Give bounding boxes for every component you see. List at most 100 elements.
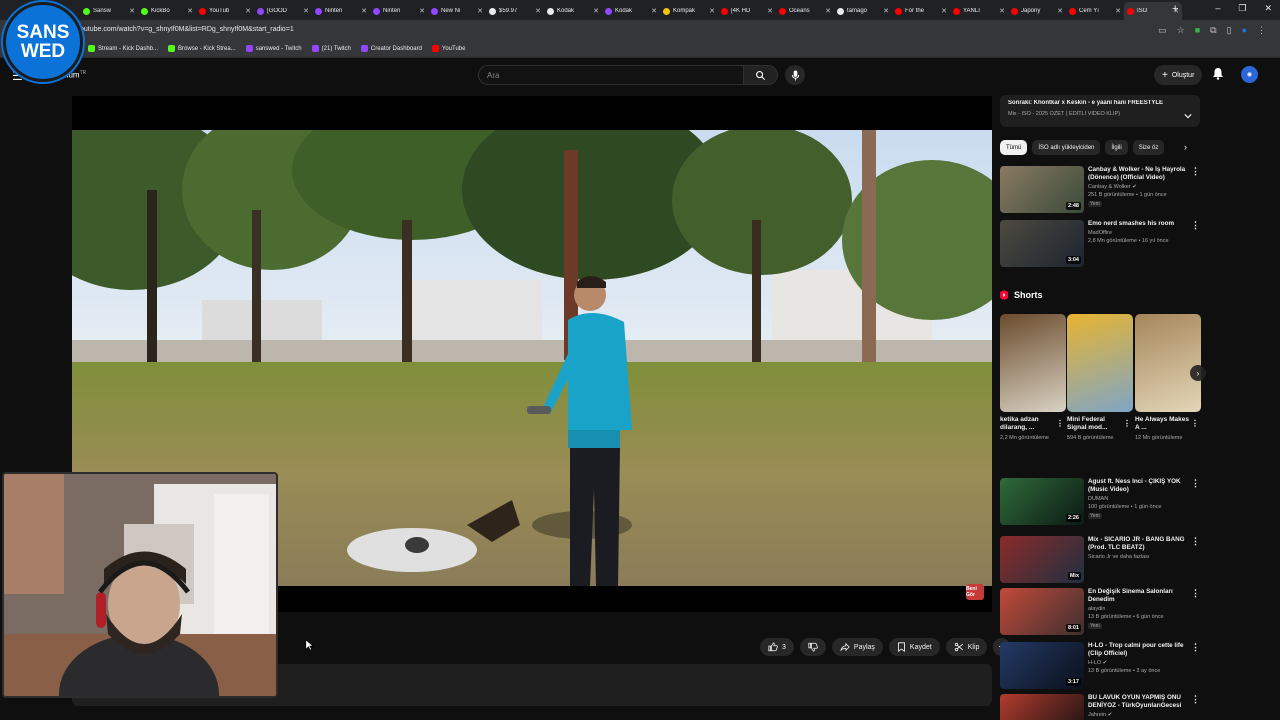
- browser-tab[interactable]: For the ✕: [892, 2, 950, 20]
- more-options-icon[interactable]: ⋮: [1191, 642, 1200, 653]
- video-thumbnail[interactable]: 2:48: [1000, 166, 1084, 213]
- browser-tab[interactable]: Kompak ✕: [660, 2, 718, 20]
- bookmark-star-icon[interactable]: ☆: [1177, 25, 1185, 36]
- tab-close-icon[interactable]: ✕: [883, 7, 889, 15]
- tab-close-icon[interactable]: ✕: [999, 7, 1005, 15]
- minimize-button[interactable]: –: [1215, 3, 1220, 14]
- channel-name[interactable]: alaydin: [1088, 606, 1105, 612]
- voice-search-button[interactable]: [785, 65, 805, 85]
- bookmark-item[interactable]: sanswed - Twitch: [245, 45, 302, 52]
- more-options-icon[interactable]: ⋮: [1191, 694, 1200, 705]
- extensions-puzzle-icon[interactable]: ⧉: [1210, 25, 1216, 36]
- tab-close-icon[interactable]: ✕: [477, 7, 483, 15]
- recommended-video[interactable]: 2:26 Agust ft. Ness Inci - ÇIKIŞ YOK (Mus…: [1000, 478, 1200, 526]
- browser-tab[interactable]: tamago ✕: [834, 2, 892, 20]
- url-field[interactable]: outube.com/watch?v=g_shnyIf0M&list=RDg_s…: [80, 26, 294, 33]
- recommended-video[interactable]: BU LAVUK OYUN YAPMIŞ ONU DENİYOZ - TürkO…: [1000, 694, 1200, 720]
- browser-tab[interactable]: $59.97 ✕: [486, 2, 544, 20]
- video-title[interactable]: BU LAVUK OYUN YAPMIŞ ONU DENİYOZ - TürkO…: [1088, 694, 1192, 710]
- save-button[interactable]: Kaydet: [888, 638, 940, 656]
- video-title[interactable]: Agust ft. Ness Inci - ÇIKIŞ YOK (Music V…: [1088, 478, 1192, 494]
- recommended-video[interactable]: Mix Mix - SICARIO JR - BANG BANG (Prod. T…: [1000, 536, 1200, 584]
- recommended-video[interactable]: 8:01 En Değişik Sinema Salonları Denedim a…: [1000, 588, 1200, 636]
- cast-icon[interactable]: ▭: [1158, 25, 1167, 36]
- short-title[interactable]: Mini Federal Signal mod...: [1067, 416, 1122, 432]
- browser-tab[interactable]: Sansw ✕: [80, 2, 138, 20]
- short-thumbnail[interactable]: [1135, 314, 1201, 412]
- tab-close-icon[interactable]: ✕: [187, 7, 193, 15]
- video-thumbnail[interactable]: 3:17: [1000, 642, 1084, 689]
- dislike-button[interactable]: [799, 638, 826, 656]
- video-thumbnail[interactable]: [1000, 694, 1084, 720]
- short-title[interactable]: He Always Makes A ...: [1135, 416, 1190, 432]
- tab-close-icon[interactable]: ✕: [419, 7, 425, 15]
- chevron-down-icon[interactable]: [1184, 106, 1192, 124]
- channel-name[interactable]: DUMAN: [1088, 496, 1108, 502]
- more-options-icon[interactable]: ⋮: [1191, 419, 1199, 428]
- video-title[interactable]: Canbay & Wolker - Ne İş Hayrola (Dönence…: [1088, 166, 1192, 182]
- tab-close-icon[interactable]: ✕: [941, 7, 947, 15]
- shorts-next-arrow-icon[interactable]: ›: [1190, 365, 1206, 381]
- browser-tab[interactable]: YouTub ✕: [196, 2, 254, 20]
- tab-close-icon[interactable]: ✕: [1057, 7, 1063, 15]
- browser-menu-icon[interactable]: ⋮: [1257, 25, 1266, 36]
- create-button[interactable]: + Oluştur: [1154, 65, 1203, 85]
- tab-close-icon[interactable]: ✕: [651, 7, 657, 15]
- short-thumbnail[interactable]: [1067, 314, 1133, 412]
- browser-tab[interactable]: Ninten ✕: [370, 2, 428, 20]
- video-thumbnail[interactable]: Mix: [1000, 536, 1084, 583]
- bookmark-item[interactable]: (21) Twitch: [311, 45, 351, 52]
- channel-name[interactable]: Canbay & Wolker ✔: [1088, 184, 1137, 190]
- browser-tab[interactable]: [GOOD ✕: [254, 2, 312, 20]
- more-options-icon[interactable]: ⋮: [1191, 588, 1200, 599]
- tab-close-icon[interactable]: ✕: [361, 7, 367, 15]
- chevron-right-icon[interactable]: ›: [1184, 142, 1187, 152]
- like-button[interactable]: 3: [760, 638, 794, 656]
- channel-name[interactable]: Sicario Jr ve daha fazlası: [1088, 554, 1149, 560]
- filter-chip[interactable]: Tümü: [1000, 140, 1028, 155]
- browser-tab[interactable]: YANLI ✕: [950, 2, 1008, 20]
- tab-close-icon[interactable]: ✕: [245, 7, 251, 15]
- browser-tab[interactable]: [4K HD ✕: [718, 2, 776, 20]
- tab-close-icon[interactable]: ✕: [303, 7, 309, 15]
- browser-tab[interactable]: New Ni ✕: [428, 2, 486, 20]
- filter-chip[interactable]: İlgili: [1105, 140, 1128, 155]
- tab-close-icon[interactable]: ✕: [129, 7, 135, 15]
- video-thumbnail[interactable]: 3:04: [1000, 220, 1084, 267]
- filter-chip[interactable]: Size öz: [1132, 140, 1165, 155]
- browser-tab[interactable]: Cem Yı ✕: [1066, 2, 1124, 20]
- video-title[interactable]: Mix - SICARIO JR - BANG BANG (Prod. TLC …: [1088, 536, 1192, 552]
- share-button[interactable]: Paylaş: [831, 638, 883, 656]
- tab-close-icon[interactable]: ✕: [767, 7, 773, 15]
- maximize-button[interactable]: ❐: [1238, 3, 1246, 14]
- bookmark-item[interactable]: Creator Dashboard: [360, 45, 422, 52]
- bookmark-item[interactable]: Browse - Kick Strea...: [168, 45, 236, 52]
- browser-tab[interactable]: Japony ✕: [1008, 2, 1066, 20]
- tab-close-icon[interactable]: ✕: [535, 7, 541, 15]
- recommended-video[interactable]: 3:17 H-LO - Trop calmi pour cette life (C…: [1000, 642, 1200, 690]
- profile-icon[interactable]: ●: [1242, 25, 1247, 36]
- short-card[interactable]: ketika adzan dilarang, ... 2,2 Mn görüntü…: [1000, 314, 1066, 442]
- browser-tab[interactable]: KickBo ✕: [138, 2, 196, 20]
- search-input[interactable]: Ara: [478, 65, 744, 85]
- more-options-icon[interactable]: ⋮: [1123, 419, 1131, 428]
- channel-name[interactable]: H-LO ✔: [1088, 660, 1107, 666]
- more-options-icon[interactable]: ⋮: [1191, 478, 1200, 489]
- more-options-icon[interactable]: ⋮: [1191, 536, 1200, 547]
- search-button[interactable]: [744, 65, 778, 85]
- video-title[interactable]: Emo nerd smashes his room: [1088, 220, 1192, 228]
- bookmark-item[interactable]: Stream - Kick Dashb...: [88, 45, 158, 52]
- notifications-bell-icon[interactable]: [1212, 67, 1224, 85]
- tab-close-icon[interactable]: ✕: [1115, 7, 1121, 15]
- new-tab-button[interactable]: +: [1172, 3, 1178, 15]
- browser-tab[interactable]: Ninten ✕: [312, 2, 370, 20]
- extension-icon[interactable]: ■: [1195, 25, 1200, 36]
- more-options-icon[interactable]: ⋮: [1191, 166, 1200, 177]
- channel-name[interactable]: Jahrein ✔: [1088, 712, 1112, 718]
- short-card[interactable]: Mini Federal Signal mod... 594 B görüntül…: [1067, 314, 1133, 442]
- video-thumbnail[interactable]: 2:26: [1000, 478, 1084, 525]
- bookmark-item[interactable]: YouTube: [431, 45, 465, 52]
- tab-close-icon[interactable]: ✕: [825, 7, 831, 15]
- up-next-card[interactable]: Sonraki: Khontkar x Keskin - e yaani han…: [1000, 95, 1200, 127]
- more-options-icon[interactable]: ⋮: [1056, 419, 1064, 428]
